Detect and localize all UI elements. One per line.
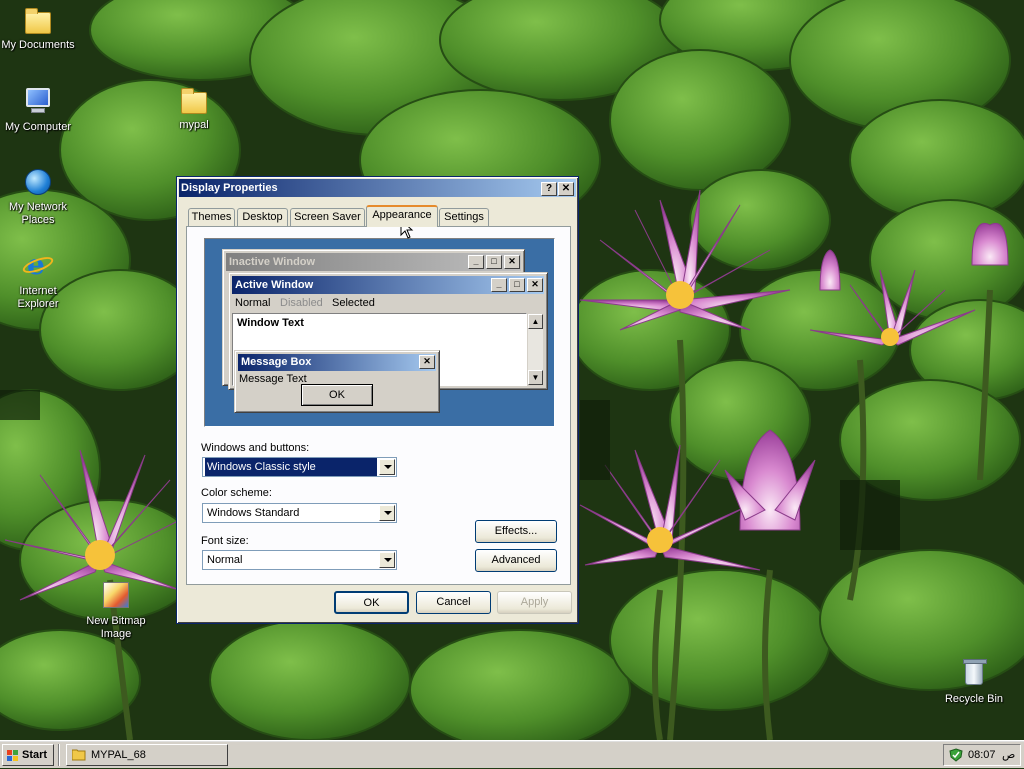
preview-window-text-label: Window Text [237, 317, 304, 329]
desktop-icon-network-places[interactable]: My Network Places [0, 166, 76, 227]
close-icon: ✕ [527, 278, 543, 292]
apply-button[interactable]: Apply [497, 591, 572, 614]
system-tray: 08:07 ص [943, 744, 1021, 766]
scroll-up-icon: ▲ [528, 314, 543, 329]
my-computer-icon [22, 86, 54, 118]
clock-ampm: ص [1002, 749, 1016, 761]
preview-ok-button: OK [301, 384, 373, 406]
taskbar-button-mypal[interactable]: MYPAL_68 [66, 744, 228, 766]
desktop-icon-label: My Documents [1, 39, 75, 51]
preview-active-title: Active Window [235, 279, 314, 291]
windows-logo-icon [7, 749, 19, 761]
chevron-down-icon[interactable] [379, 552, 395, 568]
recycle-bin-icon [958, 658, 990, 690]
preview-menu-selected: Selected [332, 297, 375, 309]
desktop-icon-label: My Network Places [8, 201, 68, 226]
font-size-value: Normal [207, 554, 243, 566]
close-icon: ✕ [419, 355, 435, 369]
cancel-button[interactable]: Cancel [416, 591, 491, 614]
bitmap-image-icon [100, 580, 132, 612]
close-icon: ✕ [504, 255, 520, 269]
preview-message-title-bar: Message Box ✕ [238, 354, 436, 371]
folder-icon [71, 748, 86, 761]
dialog-title: Display Properties [181, 182, 278, 194]
tab-themes[interactable]: Themes [188, 208, 235, 227]
my-documents-folder-icon [22, 4, 54, 36]
taskbar-separator [58, 744, 60, 766]
font-size-label: Font size: [201, 535, 249, 547]
internet-explorer-icon: e [20, 250, 56, 282]
minimize-icon: _ [468, 255, 484, 269]
start-button[interactable]: Start [2, 744, 54, 766]
color-scheme-select[interactable]: Windows Standard [202, 503, 397, 523]
network-places-icon [22, 166, 54, 198]
chevron-down-icon[interactable] [379, 459, 395, 475]
taskbar: Start MYPAL_68 08:07 ص [0, 740, 1024, 768]
maximize-icon: □ [486, 255, 502, 269]
tab-appearance[interactable]: Appearance [366, 205, 438, 227]
color-scheme-label: Color scheme: [201, 487, 272, 499]
desktop-icon-label: mypal [179, 119, 209, 131]
color-scheme-value: Windows Standard [207, 507, 300, 519]
preview-message-title: Message Box [241, 356, 312, 368]
security-shield-icon[interactable] [948, 748, 964, 762]
tab-settings[interactable]: Settings [439, 208, 489, 227]
chevron-down-icon[interactable] [379, 505, 395, 521]
font-size-select[interactable]: Normal [202, 550, 397, 570]
windows-buttons-label: Windows and buttons: [201, 442, 310, 454]
folder-icon [178, 84, 210, 116]
preview-inactive-title: Inactive Window [229, 256, 316, 268]
windows-buttons-value: Windows Classic style [205, 458, 377, 476]
preview-message-text: Message Text [239, 373, 307, 385]
clock-time[interactable]: 08:07 [968, 745, 996, 765]
desktop-icon-label: Recycle Bin [944, 693, 1004, 705]
ok-button[interactable]: OK [334, 591, 409, 614]
desktop-icon-recycle-bin[interactable]: Recycle Bin [936, 658, 1012, 706]
tab-desktop[interactable]: Desktop [237, 208, 288, 227]
preview-menu-bar: Normal Disabled Selected [232, 295, 544, 312]
desktop-icon-my-computer[interactable]: My Computer [0, 86, 76, 134]
display-properties-dialog: Display Properties ? ✕ Themes Desktop Sc… [176, 176, 579, 624]
desktop-icon-label: Internet Explorer [17, 285, 59, 310]
preview-active-title-bar: Active Window _ □ ✕ [232, 276, 544, 294]
taskbar-button-label: MYPAL_68 [91, 749, 146, 761]
desktop-icon-mypal[interactable]: mypal [156, 84, 232, 132]
preview-scrollbar: ▲ ▼ [527, 313, 544, 386]
scroll-down-icon: ▼ [528, 370, 543, 385]
tab-screen-saver[interactable]: Screen Saver [290, 208, 365, 227]
preview-message-box: Message Box ✕ Message Text OK [234, 350, 440, 413]
dialog-title-bar[interactable]: Display Properties ? ✕ [179, 179, 576, 197]
effects-button[interactable]: Effects... [475, 520, 557, 543]
appearance-preview: Inactive Window _ □ ✕ Active Window _ □ … [204, 238, 555, 427]
desktop-icon-label: My Computer [4, 121, 72, 133]
advanced-button[interactable]: Advanced [475, 549, 557, 572]
desktop-icon-label: New Bitmap Image [86, 615, 146, 640]
start-label: Start [22, 749, 48, 761]
close-button[interactable]: ✕ [558, 182, 574, 196]
maximize-icon: □ [509, 278, 525, 292]
desktop-icon-internet-explorer[interactable]: e Internet Explorer [0, 250, 76, 311]
help-button[interactable]: ? [541, 182, 557, 196]
windows-buttons-select[interactable]: Windows Classic style [202, 457, 397, 477]
minimize-icon: _ [491, 278, 507, 292]
preview-menu-disabled: Disabled [280, 297, 323, 309]
desktop-icon-my-documents[interactable]: My Documents [0, 4, 76, 52]
appearance-tab-page: Inactive Window _ □ ✕ Active Window _ □ … [186, 226, 571, 585]
preview-menu-normal: Normal [235, 297, 271, 309]
desktop-icon-new-bitmap[interactable]: New Bitmap Image [78, 580, 154, 641]
preview-inactive-title-bar: Inactive Window _ □ ✕ [226, 253, 521, 271]
